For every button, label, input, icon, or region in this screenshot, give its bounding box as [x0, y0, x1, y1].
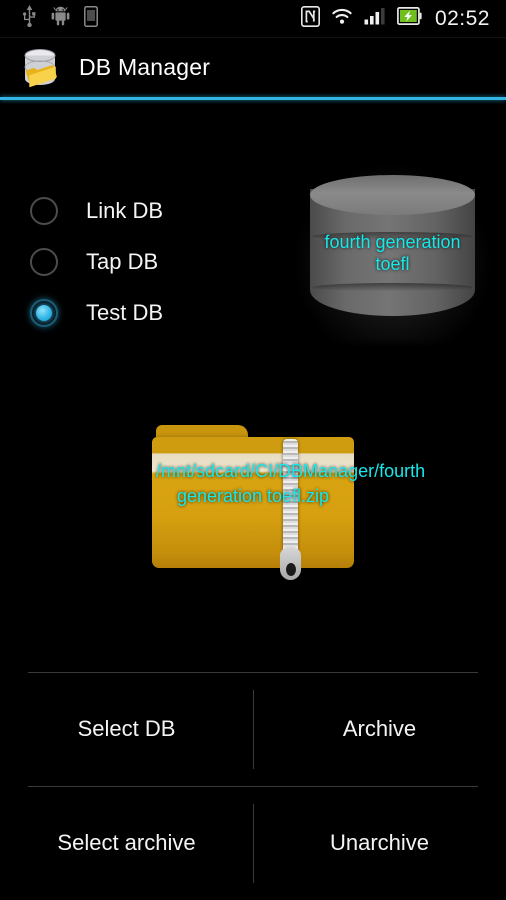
- wifi-icon: [331, 7, 353, 30]
- database-name-label: fourth generation toefl: [324, 232, 461, 274]
- action-button-grid: Select DB Archive Select archive Unarchi…: [0, 672, 506, 900]
- action-bar: DB Manager: [0, 38, 506, 97]
- status-bar-left-icons: [12, 5, 98, 32]
- main-content: Link DB Tap DB Test DB fourth generation…: [0, 100, 506, 900]
- app-screen: 02:52 DB Manager Link DB Tap DB Test DB …: [0, 0, 506, 900]
- selected-database-display[interactable]: fourth generation toefl: [296, 165, 489, 343]
- db-folder-icon: [18, 46, 62, 90]
- db-mode-radio-group: Link DB Tap DB Test DB: [30, 185, 163, 338]
- radio-label: Test DB: [86, 299, 164, 325]
- sd-storage-icon: [84, 5, 98, 32]
- unarchive-button[interactable]: Unarchive: [253, 786, 506, 900]
- radio-mark-icon[interactable]: [30, 247, 58, 276]
- radio-label: Link DB: [86, 197, 164, 223]
- radio-option-link-db[interactable]: Link DB: [30, 185, 163, 236]
- archive-path-label: /mnt/sdcard/CI/DBManager/fourth generati…: [156, 461, 426, 506]
- nfc-icon: [300, 5, 320, 32]
- radio-mark-icon[interactable]: [30, 196, 58, 225]
- zipper-pull: [280, 547, 301, 580]
- battery-charging-icon: [396, 7, 422, 30]
- signal-icon: [364, 7, 386, 30]
- select-archive-button[interactable]: Select archive: [0, 786, 253, 900]
- selected-archive-display[interactable]: /mnt/sdcard/CI/DBManager/fourth generati…: [152, 425, 426, 580]
- database-ring: [312, 283, 473, 292]
- status-bar-clock: 02:52: [434, 6, 490, 30]
- select-db-button[interactable]: Select DB: [0, 672, 253, 786]
- database-cylinder-top: [310, 175, 475, 215]
- status-bar-right-icons: 02:52: [300, 5, 494, 32]
- status-bar: 02:52: [0, 0, 506, 38]
- app-title: DB Manager: [79, 54, 211, 80]
- radio-option-tap-db[interactable]: Tap DB: [30, 236, 163, 287]
- android-robot-icon: [51, 6, 70, 31]
- radio-option-test-db[interactable]: Test DB: [30, 287, 163, 338]
- radio-mark-selected-icon[interactable]: [30, 298, 58, 327]
- radio-label: Tap DB: [86, 248, 159, 274]
- usb-icon: [22, 5, 37, 32]
- archive-button[interactable]: Archive: [253, 672, 506, 786]
